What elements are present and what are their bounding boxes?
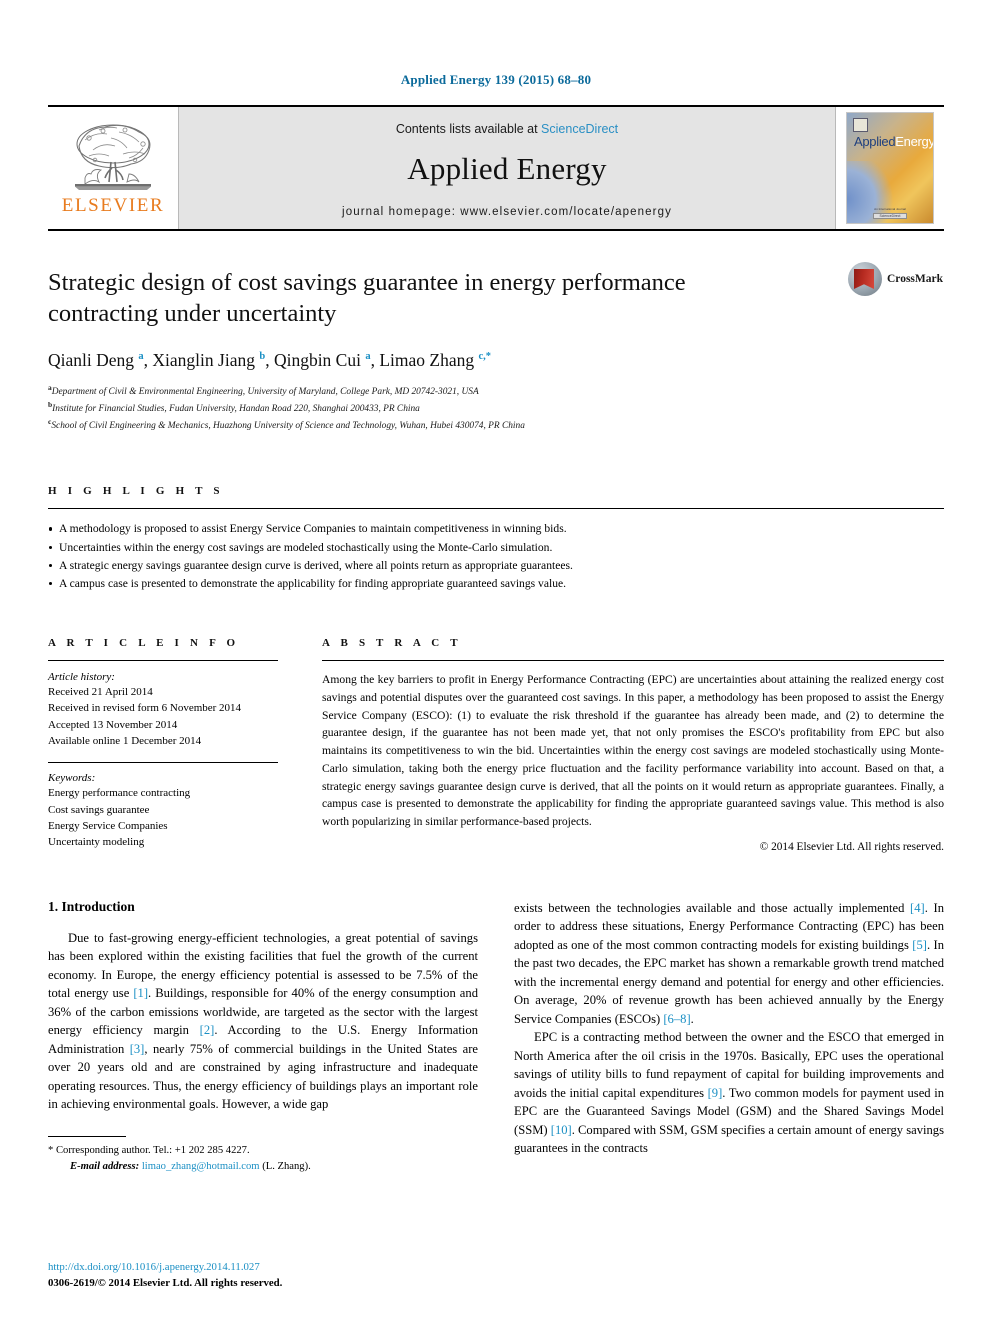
list-item: A methodology is proposed to assist Ener… [48,520,944,538]
affiliation-text-a: Department of Civil & Environmental Engi… [51,386,479,397]
affiliation-c: cSchool of Civil Engineering & Mechanics… [48,416,944,433]
crossmark-label: CrossMark [887,273,944,285]
abstract-copyright: © 2014 Elsevier Ltd. All rights reserved… [759,840,944,853]
body-column-right: exists between the technologies availabl… [514,899,944,1175]
contents-available-line: Contents lists available at ScienceDirec… [396,122,618,136]
email-owner: (L. Zhang). [262,1160,311,1172]
issn-copyright-line: 0306-2619/© 2014 Elsevier Ltd. All right… [48,1276,283,1289]
list-item: Uncertainties within the energy cost sav… [48,539,944,557]
abstract-rule [322,660,944,662]
corresponding-author-line: * Corresponding author. Tel.: +1 202 285… [48,1143,478,1159]
citation-ref-4[interactable]: [4] [910,901,925,915]
journal-masthead: ELSEVIER Contents lists available at Sci… [48,105,944,231]
sciencedirect-link[interactable]: ScienceDirect [541,122,618,136]
para-text: . Compared with SSM, GSM specifies a cer… [514,1122,945,1156]
cover-footer: An International Journal ScienceDirect [847,207,933,219]
corresponding-author-footnote: * Corresponding author. Tel.: +1 202 285… [48,1135,478,1175]
affiliation-text-c: School of Civil Engineering & Mechanics,… [51,421,525,432]
page-title: Strategic design of cost savings guarant… [48,269,686,327]
corresponding-text: Corresponding author. Tel.: +1 202 285 4… [55,1144,250,1156]
section-heading-introduction: 1. Introduction [48,898,135,914]
body-paragraph-right-2: EPC is a contracting method between the … [514,1028,944,1158]
masthead-center: Contents lists available at ScienceDirec… [179,107,835,229]
keyword-item: Energy performance contracting [48,787,191,800]
running-head: Applied Energy 139 (2015) 68–80 [400,72,592,87]
doi-link[interactable]: http://dx.doi.org/10.1016/j.apenergy.201… [48,1259,282,1275]
cover-footer-text: An International Journal [874,207,906,211]
journal-article-page: Applied Energy 139 (2015) 68–80 ELSEVIER… [0,0,992,1323]
elsevier-wordmark: ELSEVIER [61,194,165,216]
article-info-rule [48,660,278,662]
citation-ref-1[interactable]: [1] [133,986,148,1000]
cover-title-applied: Applied [854,134,896,149]
keyword-item: Energy Service Companies [48,819,168,832]
author-list: Qianli Deng a, Xianglin Jiang b, Qingbin… [48,349,492,370]
citation-ref-10[interactable]: [10] [551,1123,572,1137]
affiliation-list: aDepartment of Civil & Environmental Eng… [48,382,944,434]
contents-prefix: Contents lists available at [395,122,542,136]
citation-ref-2[interactable]: [2] [200,1023,215,1037]
email-link[interactable]: limao_zhang@hotmail.com [142,1161,260,1172]
citation-ref-9[interactable]: [9] [708,1086,723,1100]
email-line: E-mail address: limao_zhang@hotmail.com … [48,1159,478,1175]
abstract-body: Among the key barriers to profit in Ener… [322,671,944,831]
list-item: A strategic energy savings guarantee des… [48,557,944,575]
crossmark-icon [848,262,882,296]
corresponding-marker: * [48,1144,54,1156]
citation-ref-3[interactable]: [3] [130,1042,145,1056]
journal-title: Applied Energy [407,151,607,186]
article-info-label: A R T I C L E I N F O [48,637,240,650]
para-text: . [690,1011,694,1026]
journal-cover-image: AppliedEnergy An International Journal S… [846,112,934,224]
highlights-section: H I G H L I G H T S A methodology is pro… [48,485,944,593]
cover-title-energy: Energy [895,134,934,149]
email-label: E-mail address: [70,1160,140,1172]
body-paragraph-right-1: exists between the technologies availabl… [514,899,944,1029]
journal-homepage[interactable]: journal homepage: www.elsevier.com/locat… [342,206,672,218]
affiliation-a: aDepartment of Civil & Environmental Eng… [48,382,944,399]
article-history-accepted: Accepted 13 November 2014 [48,718,178,731]
masthead-right: AppliedEnergy An International Journal S… [835,107,944,229]
elsevier-logo: ELSEVIER [48,107,179,229]
keyword-item: Cost savings guarantee [48,803,150,816]
article-history-revised: Received in revised form 6 November 2014 [48,702,242,715]
body-paragraph-left-1: Due to fast-growing energy-efficient tec… [48,929,478,1114]
citation-ref-6-8[interactable]: [6–8] [663,1012,690,1026]
title-block: Strategic design of cost savings guarant… [48,262,944,434]
page-footer: http://dx.doi.org/10.1016/j.apenergy.201… [48,1259,282,1291]
elsevier-tree-icon [75,124,151,190]
citation-ref-5[interactable]: [5] [912,938,927,952]
crossmark-badge[interactable]: CrossMark [848,262,944,296]
info-abstract-row: A R T I C L E I N F O Article history: R… [48,637,944,853]
highlights-rule [48,508,944,510]
keywords-divider [48,762,278,764]
affiliation-b: bInstitute for Financial Studies, Fudan … [48,399,944,416]
highlights-label: H I G H L I G H T S [48,485,224,498]
keyword-item: Uncertainty modeling [48,836,145,849]
keywords-label: Keywords: [48,772,96,785]
body-column-left: 1. Introduction Due to fast-growing ener… [48,899,478,1175]
cover-footer-badge: ScienceDirect [872,213,908,219]
cover-title: AppliedEnergy [854,134,934,149]
article-history-online: Available online 1 December 2014 [48,734,202,747]
para-text: exists between the technologies availabl… [514,900,911,915]
abstract-text: Among the key barriers to profit in Ener… [322,673,944,829]
abstract-label: A B S T R A C T [322,637,462,650]
cover-publisher-mark [853,118,868,132]
article-history-received: Received 21 April 2014 [48,686,153,699]
highlights-list: A methodology is proposed to assist Ener… [48,520,944,593]
body-columns: 1. Introduction Due to fast-growing ener… [48,899,944,1175]
affiliation-text-b: Institute for Financial Studies, Fudan U… [52,404,420,415]
article-info-section: A R T I C L E I N F O Article history: R… [48,637,278,853]
abstract-section: A B S T R A C T Among the key barriers t… [322,637,944,853]
list-item: A campus case is presented to demonstrat… [48,575,944,593]
article-history-label: Article history: [48,671,115,684]
